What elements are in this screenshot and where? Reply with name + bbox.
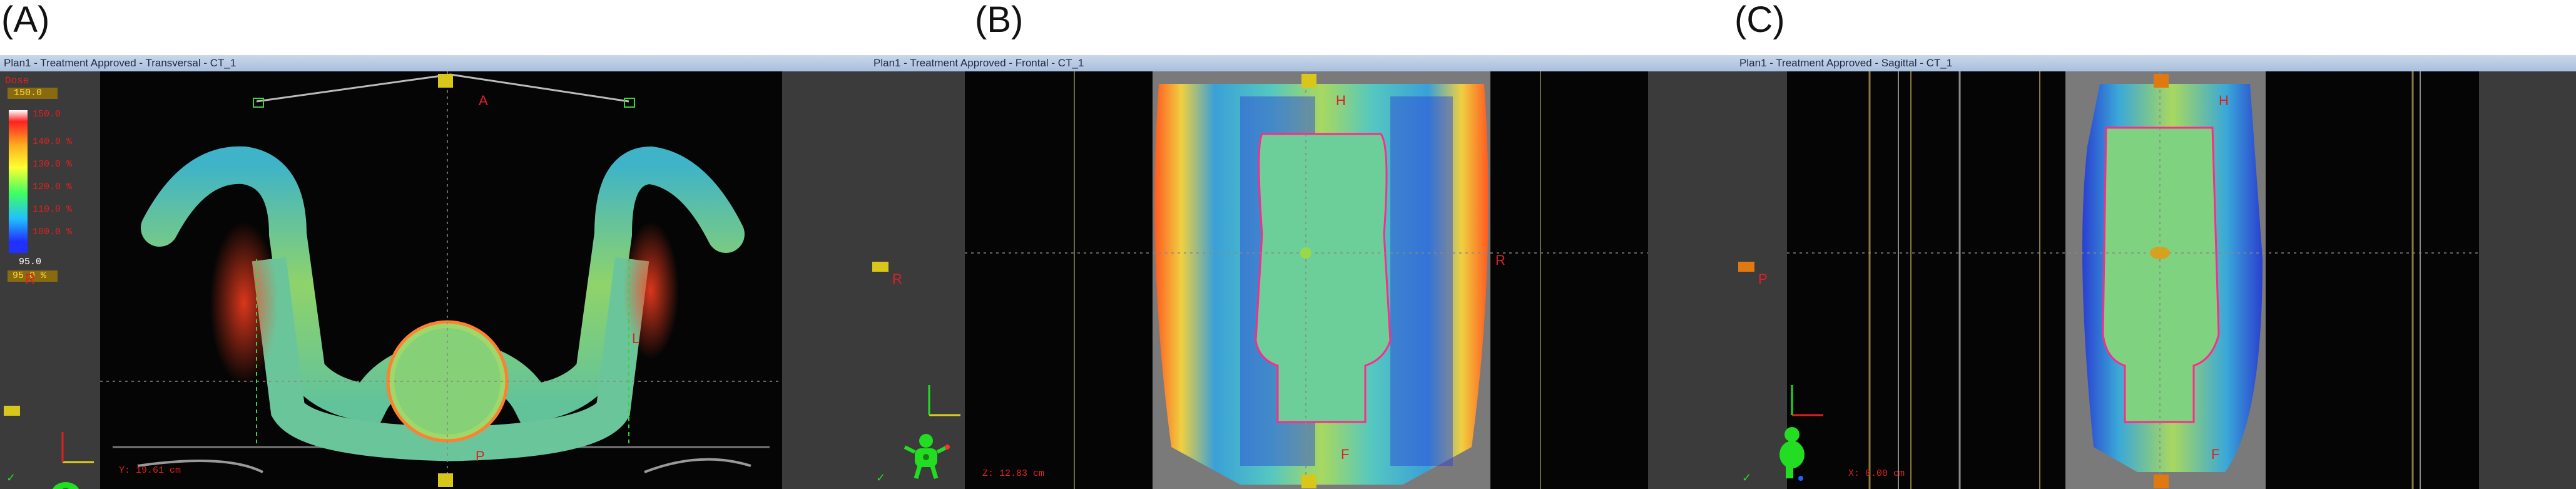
right-sidebar (1648, 71, 1736, 489)
patient-orientation-icon[interactable] (44, 473, 88, 489)
frontal-dose-image[interactable] (965, 71, 1648, 489)
dose-color-bar (9, 110, 28, 253)
check-icon: ✓ (6, 471, 16, 484)
sagittal-viewport[interactable]: Plan1 - Treatment Approved - Sagittal - … (1736, 55, 2576, 489)
slice-coordinate: Z: 12.83 cm (982, 468, 1045, 479)
check-icon: ✓ (876, 471, 886, 484)
viewport-title: Plan1 - Treatment Approved - Transversal… (0, 55, 870, 72)
orientation-label-top: H (1336, 93, 1346, 108)
orientation-label-right: L (632, 331, 640, 346)
dose-legend-value: 130.0 % (33, 159, 73, 170)
dose-legend: Dose 150.0 150.0 140.0 % 130.0 % 120.0 %… (5, 74, 99, 312)
orientation-label-left: P (1758, 271, 1768, 287)
bottom-slice-marker[interactable] (1301, 475, 1316, 488)
orientation-label-bottom: P (476, 448, 485, 464)
frontal-viewport[interactable]: Plan1 - Treatment Approved - Frontal - C… (870, 55, 1736, 489)
dose-legend-max: 150.0 (14, 88, 43, 98)
right-sidebar (782, 71, 870, 489)
orientation-label-bottom: F (2211, 446, 2220, 462)
orientation-label-bottom: F (1341, 446, 1350, 462)
orientation-label-right: R (1495, 252, 1505, 268)
transversal-dose-image[interactable] (100, 71, 782, 489)
slice-coordinate: X: 0.00 cm (1848, 468, 1905, 479)
dose-legend-value: 100.0 % (33, 227, 73, 237)
axis-indicator-icon (1791, 385, 1823, 416)
top-slice-marker[interactable] (438, 74, 453, 88)
top-slice-marker[interactable] (1301, 74, 1316, 88)
dose-legend-header: Dose (5, 75, 29, 86)
orientation-label-left: R (25, 271, 35, 287)
axis-indicator-icon (928, 385, 960, 416)
left-slice-marker[interactable] (1738, 262, 1754, 272)
dose-legend-value: 150.0 (33, 109, 61, 120)
viewport-title: Plan1 - Treatment Approved - Frontal - C… (870, 55, 1736, 72)
dose-legend-value: 120.0 % (33, 182, 73, 192)
axis-indicator-icon (61, 432, 94, 463)
viewport-title: Plan1 - Treatment Approved - Sagittal - … (1736, 55, 2576, 72)
orientation-label-top: H (2219, 93, 2229, 108)
bottom-slice-marker[interactable] (2154, 475, 2169, 488)
left-sidebar (870, 71, 965, 489)
panel-letter-c: (C) (1734, 0, 1785, 40)
patient-orientation-icon[interactable] (1773, 425, 1811, 481)
left-slice-marker[interactable] (872, 262, 888, 272)
bottom-slice-marker[interactable] (438, 473, 453, 487)
sagittal-dose-image[interactable] (1787, 71, 2479, 489)
left-slice-marker[interactable] (4, 406, 20, 416)
top-slice-marker[interactable] (2154, 74, 2169, 88)
slice-coordinate: Y: 19.61 cm (119, 465, 181, 476)
transversal-viewport[interactable]: Plan1 - Treatment Approved - Transversal… (0, 55, 870, 489)
panel-letter-a: (A) (1, 0, 50, 40)
dose-legend-value: 110.0 % (33, 204, 73, 215)
dose-legend-min: 95.0 (19, 257, 42, 267)
panel-letter-b: (B) (975, 0, 1024, 40)
dose-legend-value: 140.0 % (33, 136, 73, 147)
patient-orientation-icon[interactable] (901, 431, 951, 481)
right-sidebar (2479, 71, 2576, 489)
orientation-label-top: A (479, 93, 488, 108)
check-icon: ✓ (1742, 471, 1752, 484)
orientation-label-left: R (892, 271, 902, 287)
